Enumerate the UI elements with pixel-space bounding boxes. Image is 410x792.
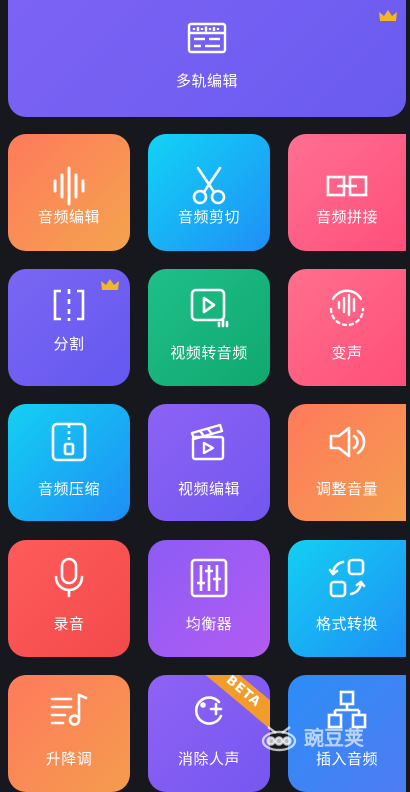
link-blocks-icon [288,164,406,208]
tile-audio-cut[interactable]: 音频剪切 [148,134,270,251]
crown-icon [379,10,397,21]
tile-audio-compress[interactable]: 音频压缩 [8,404,130,521]
tile-label: 格式转换 [315,615,378,633]
tile-audio-edit[interactable]: 音频编辑 [8,134,130,251]
clapperboard-icon [148,420,270,464]
crown-icon [101,279,119,290]
tile-label: 视频编辑 [177,480,240,498]
tile-vocal-remove[interactable]: 消除人声 BETA [148,675,270,792]
tile-multitrack[interactable]: 多轨编辑 [8,0,406,117]
speaker-icon [288,420,406,464]
tile-label: 录音 [53,615,85,633]
tile-equalizer[interactable]: 均衡器 [148,540,270,657]
tile-label: 升降调 [45,750,93,768]
microphone-icon [8,556,130,600]
tile-label: 变声 [331,344,363,362]
tile-label: 调整音量 [315,480,378,498]
tile-audio-join[interactable]: 音频拼接 [288,134,406,251]
tile-label: 音频拼接 [315,208,378,226]
zip-file-icon [8,420,130,464]
equalizer-icon [148,556,270,600]
pitch-note-icon [8,689,130,733]
voice-change-icon [288,283,406,327]
tile-label: 音频编辑 [37,208,100,226]
scissors-icon [148,164,270,208]
pea-pod-icon [261,726,297,752]
tile-label: 视频转音频 [170,344,248,362]
multitrack-editor-icon [8,16,406,60]
tile-label: 多轨编辑 [175,72,238,90]
tile-split[interactable]: 分割 [8,269,130,386]
tile-label: 均衡器 [185,615,233,633]
watermark-text: 豌豆荚 [304,725,364,750]
video-to-audio-icon [148,285,270,329]
tile-label: 音频压缩 [37,480,100,498]
tile-format-convert[interactable]: 格式转换 [288,540,406,657]
tile-pitch-shift[interactable]: 升降调 [8,675,130,792]
watermark: 豌豆荚 [258,712,378,760]
waveform-icon [8,164,130,208]
tile-label: 音频剪切 [177,208,240,226]
tile-label: 分割 [53,335,85,353]
tile-record[interactable]: 录音 [8,540,130,657]
convert-icon [288,556,406,600]
tile-video-to-audio[interactable]: 视频转音频 [148,269,270,386]
tile-label: 消除人声 [177,750,240,768]
tile-voice-change[interactable]: 变声 [288,269,406,386]
tile-video-edit[interactable]: 视频编辑 [148,404,270,521]
tile-volume-adjust[interactable]: 调整音量 [288,404,406,521]
